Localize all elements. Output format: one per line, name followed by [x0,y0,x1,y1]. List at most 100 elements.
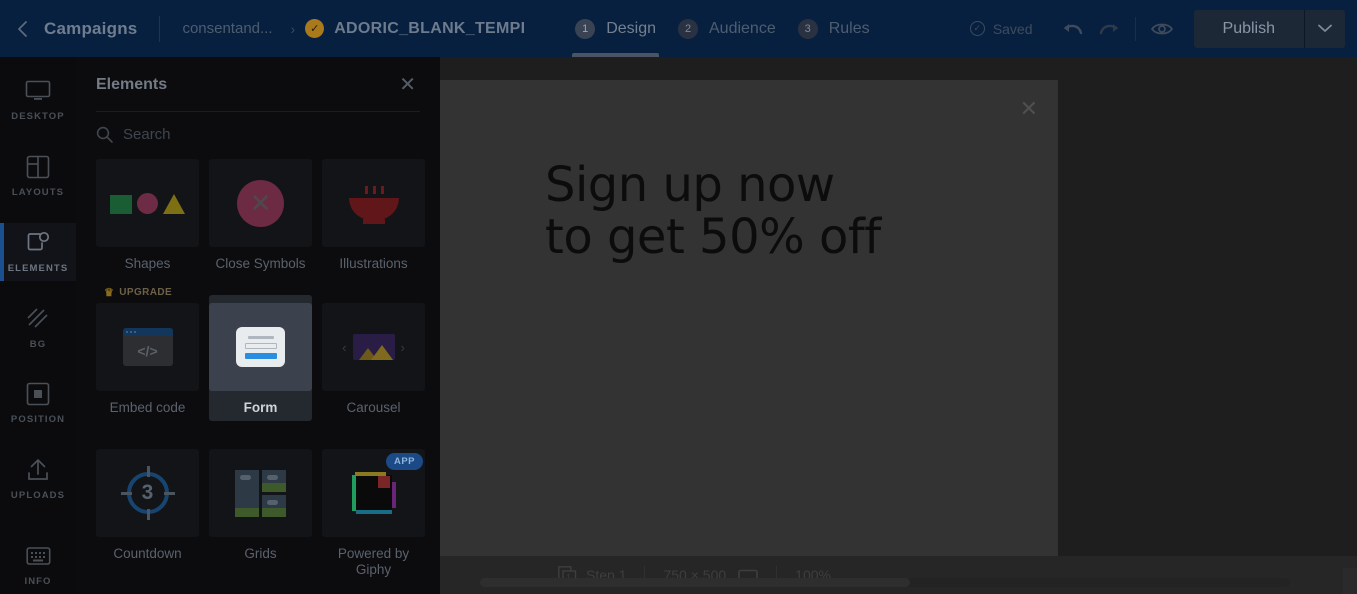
close-symbols-icon: ✕ [209,159,312,247]
back-button[interactable] [0,0,44,57]
step-label-design: Design [606,19,656,37]
campaigns-link[interactable]: Campaigns [44,19,159,39]
campaign-title: ADORIC_BLANK_TEMPL [334,19,525,37]
step-nav: 1 Design 2 Audience 3 Rules [564,0,880,57]
step-number-1: 1 [575,18,596,39]
headline-line-2: to get 50% off [545,208,881,265]
top-bar-actions: ✓ Saved Publish [969,0,1357,57]
elements-icon [26,230,50,256]
monitor-icon [25,78,51,104]
carousel-icon: ‹ › [322,303,425,391]
tile-label-form: Form [243,400,278,415]
tile-label-giphy: Powered by Giphy [337,546,410,577]
element-tile-carousel[interactable]: ‹ › Carousel [322,295,425,421]
upload-icon [26,457,50,483]
element-tile-close-symbols[interactable]: ✕ Close Symbols [209,151,312,277]
crown-icon: ♛ [104,287,115,299]
element-tile-shapes[interactable]: Shapes [96,151,199,277]
breadcrumb-chevron-icon: › [290,20,296,37]
element-tile-giphy[interactable]: APP Powered by Giphy [322,441,425,581]
sidebar-label-info: INFO [24,575,52,587]
tile-label-carousel: Carousel [346,400,401,415]
sidebar-item-bg[interactable]: BG [0,299,76,357]
elements-grid: Shapes ✕ Close Symbols Illustrations ♛ U… [76,151,440,581]
sidebar-label-position: POSITION [10,414,66,426]
sidebar-item-layouts[interactable]: LAYOUTS [0,147,76,205]
upgrade-badge-label: UPGRADE [119,287,173,298]
sidebar-item-elements[interactable]: ELEMENTS [0,222,76,281]
countdown-icon: 3 [96,449,199,537]
chevron-left-icon [18,20,27,37]
popup-headline[interactable]: Sign up now to get 50% off [545,159,985,265]
redo-button[interactable] [1091,11,1127,47]
scrollbar-thumb[interactable] [480,578,910,587]
tile-label-countdown: Countdown [113,546,182,561]
tab-audience[interactable]: 2 Audience [667,0,787,57]
publish-split-button: Publish [1193,9,1345,48]
campaign-status-badge: ✓ [305,19,325,38]
element-tile-embed-code[interactable]: ♛ UPGRADE </> Embed code [96,287,199,421]
grids-icon [209,449,312,537]
position-icon [26,381,50,407]
sidebar-label-bg: BG [29,338,47,350]
embed-glyph: </> [137,343,158,359]
left-rail: DESKTOP LAYOUTS ELEMENTS BG POSITION UPL… [0,57,76,594]
info-keyboard-icon [25,543,51,569]
breadcrumb-parent[interactable]: consentand... [160,20,282,37]
panel-close-icon[interactable]: ✕ [399,75,416,95]
app-root: Campaigns consentand... › ✓ ADORIC_BLANK… [0,0,1357,594]
popup-preview[interactable]: ✕ Sign up now to get 50% off [440,80,1058,588]
tab-rules[interactable]: 3 Rules [787,0,881,57]
sidebar-item-desktop[interactable]: DESKTOP [0,71,76,129]
sidebar-item-uploads[interactable]: UPLOADS [0,450,76,508]
step-number-3: 3 [797,18,818,39]
elements-panel: Elements ✕ Shapes [76,57,440,594]
search-icon [96,126,113,143]
undo-icon [1063,23,1082,34]
layouts-icon [26,154,50,180]
tile-label-illustrations: Illustrations [339,256,408,271]
saved-label: Saved [992,20,1033,37]
elements-panel-header: Elements ✕ [76,57,440,95]
publish-button[interactable]: Publish [1194,10,1304,48]
sidebar-item-info[interactable]: INFO [0,536,76,594]
element-tile-form[interactable]: Form [209,295,312,421]
sidebar-label-elements: ELEMENTS [7,262,69,274]
tile-label-shapes: Shapes [124,256,171,271]
element-tile-grids[interactable]: Grids [209,441,312,581]
panel-title: Elements [96,76,168,93]
app-badge: APP [385,453,423,470]
giphy-icon: APP [322,449,425,537]
upgrade-badge: ♛ UPGRADE [104,286,172,299]
horizontal-scrollbar[interactable] [480,578,1290,587]
check-circle-icon: ✓ [969,21,985,36]
search-input[interactable] [123,126,373,143]
shapes-icon [96,159,199,247]
element-tile-illustrations[interactable]: Illustrations [322,151,425,277]
sidebar-item-position[interactable]: POSITION [0,374,76,432]
tab-design[interactable]: 1 Design [564,0,667,57]
tile-label-embed-code: Embed code [109,400,186,415]
top-bar: Campaigns consentand... › ✓ ADORIC_BLANK… [0,0,1357,57]
popup-close-icon[interactable]: ✕ [1020,98,1038,120]
sidebar-label-desktop: DESKTOP [11,111,65,123]
redo-icon [1099,23,1118,34]
preview-button[interactable] [1144,11,1180,47]
sidebar-label-uploads: UPLOADS [10,490,66,502]
countdown-number: 3 [141,481,154,504]
tile-label-close-symbols: Close Symbols [215,256,306,271]
bottom-status-bar: 1 Step 1 750 × 500 100% [440,556,1357,594]
form-icon [209,303,312,391]
search-row [76,112,440,153]
publish-dropdown-button[interactable] [1305,10,1345,48]
embed-code-icon: </> [96,303,199,391]
scroll-corner [1343,568,1357,594]
tile-label-grids: Grids [244,546,277,561]
element-tile-countdown[interactable]: 3 Countdown [96,441,199,581]
step-number-2: 2 [678,18,698,39]
step-label-audience: Audience [709,19,776,37]
background-icon [26,306,50,332]
undo-button[interactable] [1055,11,1091,47]
sidebar-label-layouts: LAYOUTS [11,186,65,198]
step-label-rules: Rules [828,19,870,37]
